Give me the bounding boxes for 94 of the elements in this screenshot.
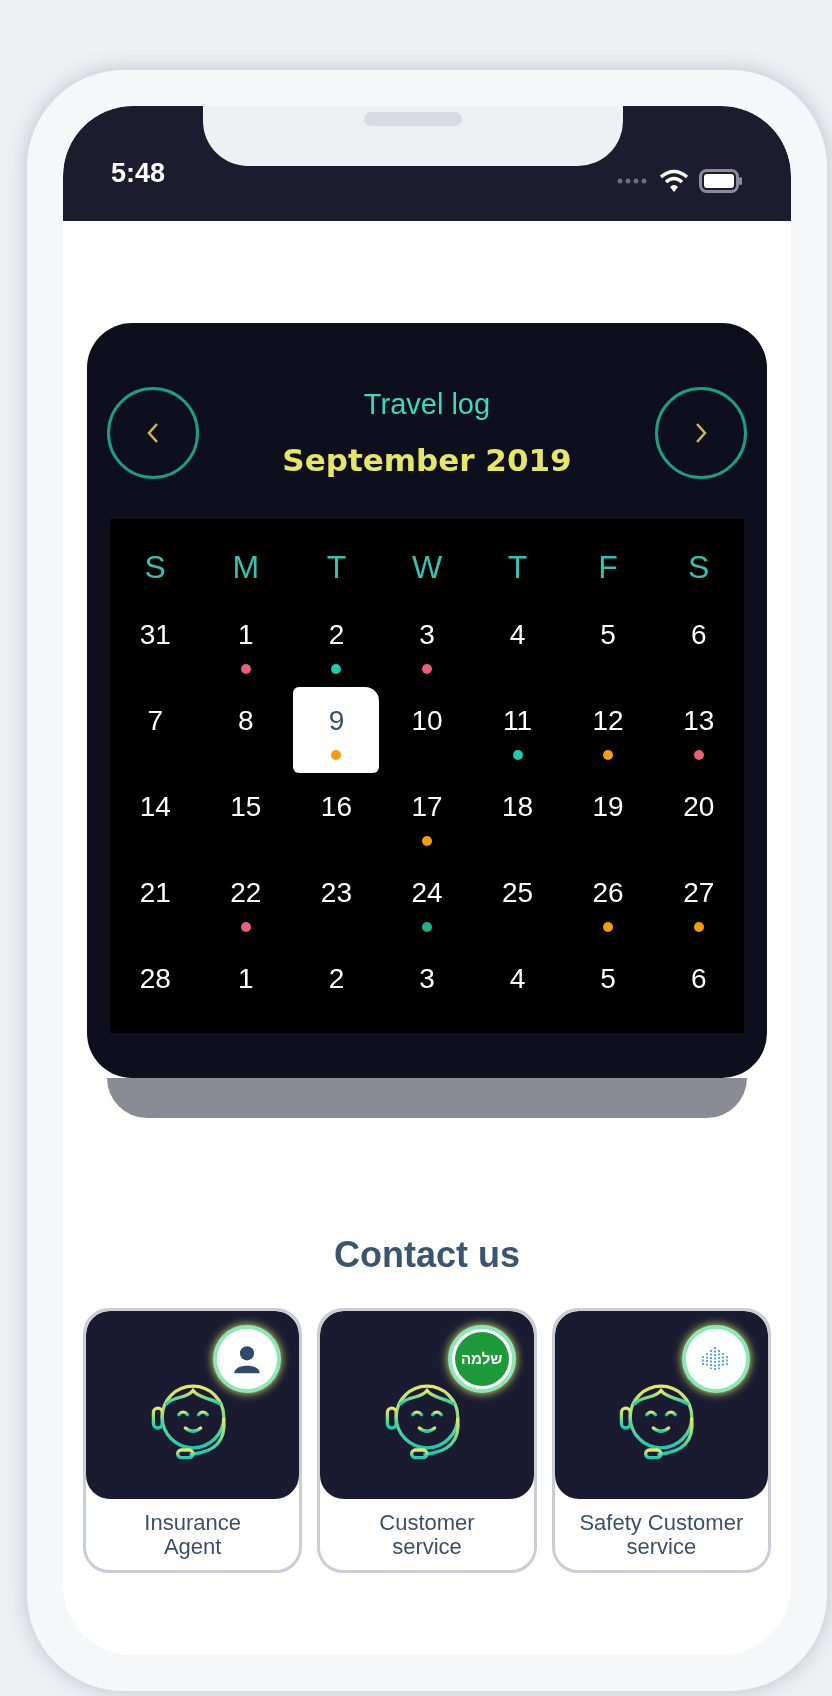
- day-number: 23: [320, 876, 352, 910]
- day-number: 12: [592, 704, 624, 738]
- battery-icon: [699, 169, 743, 193]
- calendar-day[interactable]: 1: [215, 950, 276, 1026]
- day-number: 26: [592, 876, 624, 910]
- calendar-day[interactable]: 6: [668, 950, 729, 1026]
- calendar-day[interactable]: 12: [578, 692, 639, 768]
- calendar-day[interactable]: 26: [578, 864, 639, 940]
- calendar-day[interactable]: 21: [125, 864, 186, 940]
- day-number: 5: [600, 618, 616, 652]
- day-number: 10: [411, 704, 443, 738]
- calendar-day[interactable]: 2: [306, 950, 367, 1026]
- calendar-day[interactable]: 11: [487, 692, 548, 768]
- day-number: 2: [328, 962, 345, 996]
- day-number: 31: [139, 618, 171, 652]
- day-number: 4: [509, 962, 526, 996]
- calendar-day[interactable]: 23: [306, 864, 367, 940]
- day-number: 1: [238, 962, 254, 996]
- calendar-day[interactable]: 25: [487, 864, 548, 940]
- calendar-title: Travel log: [363, 387, 491, 422]
- day-number: 6: [690, 962, 707, 996]
- card-label: Customer service: [378, 1508, 476, 1561]
- calendar-day[interactable]: 19: [578, 778, 639, 854]
- calendar-day[interactable]: 13: [668, 692, 729, 768]
- day-number: 6: [690, 618, 707, 652]
- day-number: 18: [502, 790, 534, 824]
- day-number: 5: [600, 962, 616, 996]
- calendar-day[interactable]: 18: [487, 778, 548, 854]
- calendar-day[interactable]: 1: [215, 606, 276, 682]
- calendar-day[interactable]: 20: [668, 778, 729, 854]
- day-number: 20: [683, 790, 715, 824]
- calendar-day[interactable]: 9: [293, 687, 380, 773]
- calendar-day[interactable]: 22: [215, 864, 276, 940]
- calendar-day[interactable]: 8: [215, 692, 276, 768]
- day-number: 27: [683, 876, 715, 910]
- contact-card[interactable]: Safety Customer service: [551, 1308, 771, 1573]
- day-number: 13: [683, 704, 715, 738]
- calendar-day[interactable]: 17: [397, 778, 457, 854]
- weekday-label: M: [232, 548, 260, 587]
- day-number: 8: [238, 704, 254, 738]
- calendar-day[interactable]: 24: [397, 864, 457, 940]
- contact-card[interactable]: Insurance Agent: [83, 1308, 303, 1573]
- weekday-label: F: [598, 548, 618, 587]
- calendar-day[interactable]: 6: [668, 606, 729, 682]
- calendar-day[interactable]: 28: [125, 950, 186, 1026]
- day-number: 22: [230, 876, 262, 910]
- calendar-day[interactable]: 3: [397, 606, 457, 682]
- calendar-day[interactable]: 5: [578, 606, 639, 682]
- section-title: Contact us: [334, 1233, 520, 1277]
- card-label: Insurance Agent: [143, 1508, 242, 1561]
- next-month-button[interactable]: [655, 387, 747, 479]
- weekday-label: S: [144, 548, 166, 587]
- calendar-day[interactable]: 5: [578, 950, 639, 1026]
- day-number: 16: [320, 790, 352, 824]
- previous-month-button[interactable]: [107, 387, 199, 479]
- chevron-left-icon: [146, 421, 160, 445]
- day-number: 3: [419, 618, 435, 652]
- day-number: 4: [509, 618, 526, 652]
- day-number: 28: [139, 962, 171, 996]
- day-number: 2: [328, 618, 345, 652]
- month-label: September 2019: [282, 440, 572, 480]
- day-number: 25: [502, 876, 534, 910]
- weekday-label: W: [411, 548, 443, 587]
- weekday-label: S: [688, 548, 710, 587]
- calendar-day[interactable]: 14: [125, 778, 186, 854]
- day-number: 14: [139, 790, 171, 824]
- brand-badge-text: שלמה: [454, 1332, 509, 1386]
- day-number: 9: [328, 704, 345, 738]
- calendar-day[interactable]: 2: [306, 606, 367, 682]
- day-number: 1: [238, 618, 254, 652]
- wifi-icon: [659, 169, 689, 193]
- day-number: 7: [147, 704, 164, 738]
- day-number: 21: [139, 876, 171, 910]
- calendar-day[interactable]: 27: [668, 864, 729, 940]
- signal-icon: [617, 178, 649, 184]
- chevron-right-icon: [694, 421, 708, 445]
- day-number: 24: [411, 876, 443, 910]
- status-time: 5:48: [111, 156, 166, 190]
- day-number: 3: [419, 962, 435, 996]
- day-number: 17: [411, 790, 443, 824]
- calendar-day[interactable]: 4: [487, 950, 548, 1026]
- calendar-day[interactable]: 15: [215, 778, 276, 854]
- card-label: Safety Customer service: [578, 1508, 745, 1561]
- calendar-day[interactable]: 4: [487, 606, 548, 682]
- calendar-day[interactable]: 3: [397, 950, 457, 1026]
- calendar-day[interactable]: 31: [125, 606, 186, 682]
- day-number: 19: [592, 790, 624, 824]
- calendar-day[interactable]: 16: [306, 778, 367, 854]
- calendar-day[interactable]: 10: [397, 692, 457, 768]
- calendar-day[interactable]: 7: [125, 692, 186, 768]
- weekday-label: T: [326, 548, 347, 587]
- day-number: 11: [503, 704, 533, 738]
- day-number: 15: [230, 790, 262, 824]
- weekday-label: T: [507, 548, 528, 587]
